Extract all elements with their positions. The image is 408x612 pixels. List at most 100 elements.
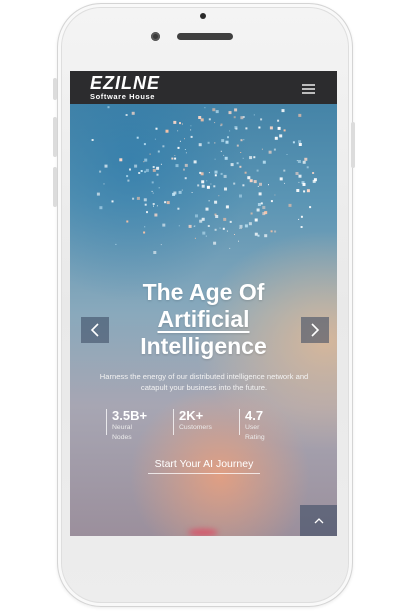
hero-title-line-1: The Age Of xyxy=(142,279,265,305)
particle xyxy=(219,227,221,229)
particle xyxy=(303,190,306,193)
particle xyxy=(204,107,206,109)
particle xyxy=(253,114,255,116)
particle xyxy=(195,214,198,218)
particle xyxy=(259,182,262,186)
particle xyxy=(184,149,186,150)
particle xyxy=(132,197,135,200)
particle xyxy=(156,205,158,207)
particle xyxy=(268,184,269,186)
start-ai-journey-link[interactable]: Start Your AI Journey xyxy=(148,457,260,474)
decorative-glow xyxy=(188,529,218,536)
particle xyxy=(300,226,303,228)
particle xyxy=(136,136,139,139)
particle xyxy=(99,206,103,210)
particle xyxy=(156,166,160,170)
particle xyxy=(223,174,227,178)
particle xyxy=(153,251,157,254)
particle xyxy=(152,192,154,194)
particle xyxy=(152,168,156,172)
particle xyxy=(206,185,210,189)
particle xyxy=(242,116,245,118)
particle xyxy=(253,156,256,159)
particle xyxy=(193,160,197,164)
particle xyxy=(134,164,138,168)
particle xyxy=(239,227,241,229)
particle xyxy=(298,181,300,183)
particle xyxy=(262,206,266,209)
particle xyxy=(156,173,159,176)
particle xyxy=(127,179,130,182)
particle xyxy=(179,140,181,142)
particle xyxy=(103,183,105,185)
particle xyxy=(152,166,155,168)
particle xyxy=(298,113,302,117)
particle xyxy=(91,139,94,141)
particle xyxy=(262,212,266,216)
particle xyxy=(181,189,183,191)
particle xyxy=(215,110,219,114)
particle xyxy=(257,203,261,206)
particle xyxy=(198,143,202,147)
particle xyxy=(306,189,310,193)
particle xyxy=(284,182,285,184)
particle xyxy=(111,200,114,203)
hamburger-menu-icon[interactable] xyxy=(302,84,315,94)
particle xyxy=(207,141,210,144)
particle xyxy=(151,181,154,184)
brand-logo[interactable]: EZILNE xyxy=(90,74,160,92)
particle xyxy=(220,125,222,127)
particle xyxy=(298,143,302,146)
particle xyxy=(202,231,206,235)
particle xyxy=(274,194,276,196)
particle xyxy=(104,164,108,168)
particle xyxy=(249,156,253,160)
particle xyxy=(224,187,227,191)
particle xyxy=(129,168,131,171)
particle xyxy=(174,155,176,156)
particle xyxy=(257,234,260,237)
particle xyxy=(300,215,303,218)
particle xyxy=(244,171,247,174)
scroll-to-top-button[interactable] xyxy=(300,505,337,536)
hero-title: The Age Of Artificial Intelligence xyxy=(70,279,337,360)
particle xyxy=(295,172,299,175)
particle xyxy=(279,177,283,181)
particle xyxy=(288,203,292,207)
particle xyxy=(184,163,188,167)
particle xyxy=(96,192,100,196)
particle xyxy=(225,205,229,209)
particle xyxy=(177,207,180,210)
particle xyxy=(179,122,181,125)
particle xyxy=(214,158,216,160)
particle xyxy=(286,154,288,155)
particle xyxy=(254,232,258,236)
particle xyxy=(229,247,231,249)
particle xyxy=(208,172,210,174)
particle xyxy=(258,126,261,129)
particle xyxy=(162,145,165,148)
particle xyxy=(144,203,147,206)
carousel-next-button[interactable] xyxy=(301,317,329,343)
particle xyxy=(126,175,129,178)
particle xyxy=(136,196,140,200)
particle xyxy=(143,231,146,234)
particle xyxy=(236,162,239,165)
particle xyxy=(214,122,216,124)
particle xyxy=(241,227,242,229)
particle xyxy=(171,157,174,160)
particle xyxy=(270,230,273,233)
particle xyxy=(258,192,262,196)
particle xyxy=(205,235,207,237)
particle xyxy=(233,182,236,185)
particle xyxy=(160,244,162,246)
phone-power-button xyxy=(351,122,355,168)
particle xyxy=(107,106,110,109)
particle xyxy=(221,139,225,143)
carousel-prev-button[interactable] xyxy=(81,317,109,343)
stat-label: Customers xyxy=(179,424,212,431)
particle xyxy=(225,140,229,144)
particle xyxy=(247,176,251,180)
particle xyxy=(210,183,212,185)
phone-earpiece xyxy=(177,33,233,40)
